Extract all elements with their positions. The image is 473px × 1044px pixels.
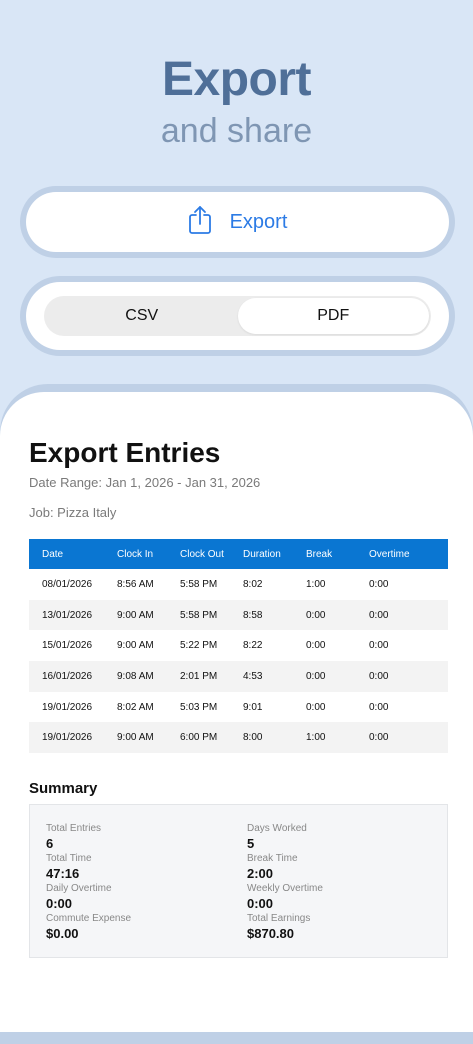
export-button[interactable]: Export	[26, 192, 449, 252]
summary-total-earnings: Total Earnings $870.80	[247, 913, 427, 941]
document-title: Export Entries	[29, 437, 221, 468]
table-cell: 6:00 PM	[167, 722, 230, 754]
summary-value: 2:00	[247, 866, 274, 881]
table-cell: 5:03 PM	[180, 701, 218, 713]
table-cell: 2:01 PM	[167, 661, 230, 692]
hero-subtitle: and share	[160, 112, 313, 150]
table-row: 19/01/2026 8:02 AM 5:03 PM 9:01 0:00 0:0…	[29, 692, 448, 723]
table-cell: 8:58	[230, 599, 293, 631]
table-cell: 0:00	[369, 640, 389, 652]
entries-table: Date Clock In Clock Out Duration Break O…	[29, 539, 448, 754]
summary-commute-expense: Commute Expense $0.00	[46, 913, 226, 941]
summary-weekly-overtime: Weekly Overtime 0:00	[247, 883, 427, 911]
summary-value: 5	[247, 836, 255, 851]
export-button-frame: Export	[20, 186, 455, 258]
table-row: 16/01/2026 9:08 AM 2:01 PM 4:53 0:00 0:0…	[29, 661, 448, 692]
table-cell: 1:00	[306, 578, 326, 590]
table-cell: 4:53	[230, 661, 293, 692]
column-header-overtime: Overtime	[356, 539, 448, 569]
table-row: 13/01/2026 9:00 AM 5:58 PM 8:58 0:00 0:0…	[29, 599, 448, 631]
summary-total-time: Total Time 47:16	[46, 853, 226, 881]
summary-label: Total Earnings	[247, 913, 311, 924]
format-toggle-frame: CSV PDF	[20, 276, 455, 356]
table-cell: 9:00 AM	[117, 640, 154, 652]
summary-total-entries: Total Entries 6	[46, 823, 226, 851]
table-row: 19/01/2026 9:00 AM 6:00 PM 8:00 1:00 0:0…	[29, 722, 448, 754]
summary-label: Total Entries	[46, 823, 102, 834]
table-header-row: Date Clock In Clock Out Duration Break O…	[29, 539, 448, 569]
table-cell: 15/01/2026	[42, 640, 93, 652]
table-cell: 5:58 PM	[180, 578, 218, 590]
summary-value: 47:16	[46, 866, 80, 881]
share-icon	[188, 205, 212, 240]
summary-value: $870.80	[247, 926, 294, 941]
table-cell: 8:56 AM	[117, 578, 154, 590]
table-cell: 13/01/2026	[29, 599, 104, 631]
table-cell: 0:00	[293, 599, 356, 631]
table-row: 08/01/2026 8:56 AM 5:58 PM 8:02 1:00 0:0…	[29, 569, 448, 600]
summary-label: Commute Expense	[46, 913, 132, 924]
table-cell: 9:01	[243, 701, 263, 713]
column-header-date: Date	[29, 539, 104, 569]
summary-break-time: Break Time 2:00	[247, 853, 427, 881]
table-cell: 0:00	[356, 599, 448, 631]
column-header-break: Break	[293, 539, 356, 569]
table-cell: 9:00 AM	[104, 599, 167, 631]
table-cell: 5:58 PM	[167, 599, 230, 631]
column-header-clock-out: Clock Out	[167, 539, 230, 569]
table-cell: 9:08 AM	[104, 661, 167, 692]
summary-label: Days Worked	[247, 823, 307, 834]
job-text: Job: Pizza Italy	[29, 505, 117, 520]
table-cell: 8:22	[243, 640, 263, 652]
table-cell: 0:00	[306, 701, 326, 713]
table-row: 15/01/2026 9:00 AM 5:22 PM 8:22 0:00 0:0…	[29, 630, 448, 661]
format-segmented-control: CSV PDF	[44, 296, 431, 336]
table-cell: 0:00	[356, 661, 448, 692]
table-cell: 16/01/2026	[29, 661, 104, 692]
format-option-pdf[interactable]: PDF	[237, 298, 429, 334]
summary-label: Daily Overtime	[46, 883, 112, 894]
table-cell: 0:00	[306, 640, 326, 652]
table-cell: 19/01/2026	[29, 722, 104, 754]
table-cell: 19/01/2026	[42, 701, 93, 713]
table-cell: 1:00	[293, 722, 356, 754]
summary-value: 0:00	[247, 896, 274, 911]
format-option-csv[interactable]: CSV	[46, 298, 238, 334]
hero-title: Export	[161, 53, 312, 106]
table-cell: 0:00	[369, 578, 389, 590]
table-cell: 9:00 AM	[104, 722, 167, 754]
summary-label: Break Time	[247, 853, 298, 864]
table-cell: 5:22 PM	[180, 640, 218, 652]
summary-label: Total Time	[46, 853, 92, 864]
summary-daily-overtime: Daily Overtime 0:00	[46, 883, 226, 911]
summary-value: $0.00	[46, 926, 79, 941]
summary-box: Total Entries 6 Days Worked 5 Total Time…	[29, 804, 448, 958]
format-toggle-card: CSV PDF	[26, 282, 449, 350]
summary-title: Summary	[29, 780, 98, 797]
table-cell: 0:00	[356, 722, 448, 754]
table-cell: 0:00	[369, 701, 389, 713]
summary-label: Weekly Overtime	[247, 883, 323, 894]
export-button-label: Export	[229, 210, 288, 233]
date-range-text: Date Range: Jan 1, 2026 - Jan 31, 2026	[29, 475, 261, 490]
table-cell: 8:02 AM	[117, 701, 154, 713]
column-header-clock-in: Clock In	[104, 539, 167, 569]
column-header-duration: Duration	[230, 539, 293, 569]
table-cell: 8:00	[230, 722, 293, 754]
summary-value: 6	[46, 836, 54, 851]
summary-days-worked: Days Worked 5	[247, 823, 427, 851]
summary-value: 0:00	[46, 896, 73, 911]
table-cell: 08/01/2026	[42, 578, 93, 590]
table-cell: 0:00	[293, 661, 356, 692]
table-cell: 8:02	[243, 578, 263, 590]
